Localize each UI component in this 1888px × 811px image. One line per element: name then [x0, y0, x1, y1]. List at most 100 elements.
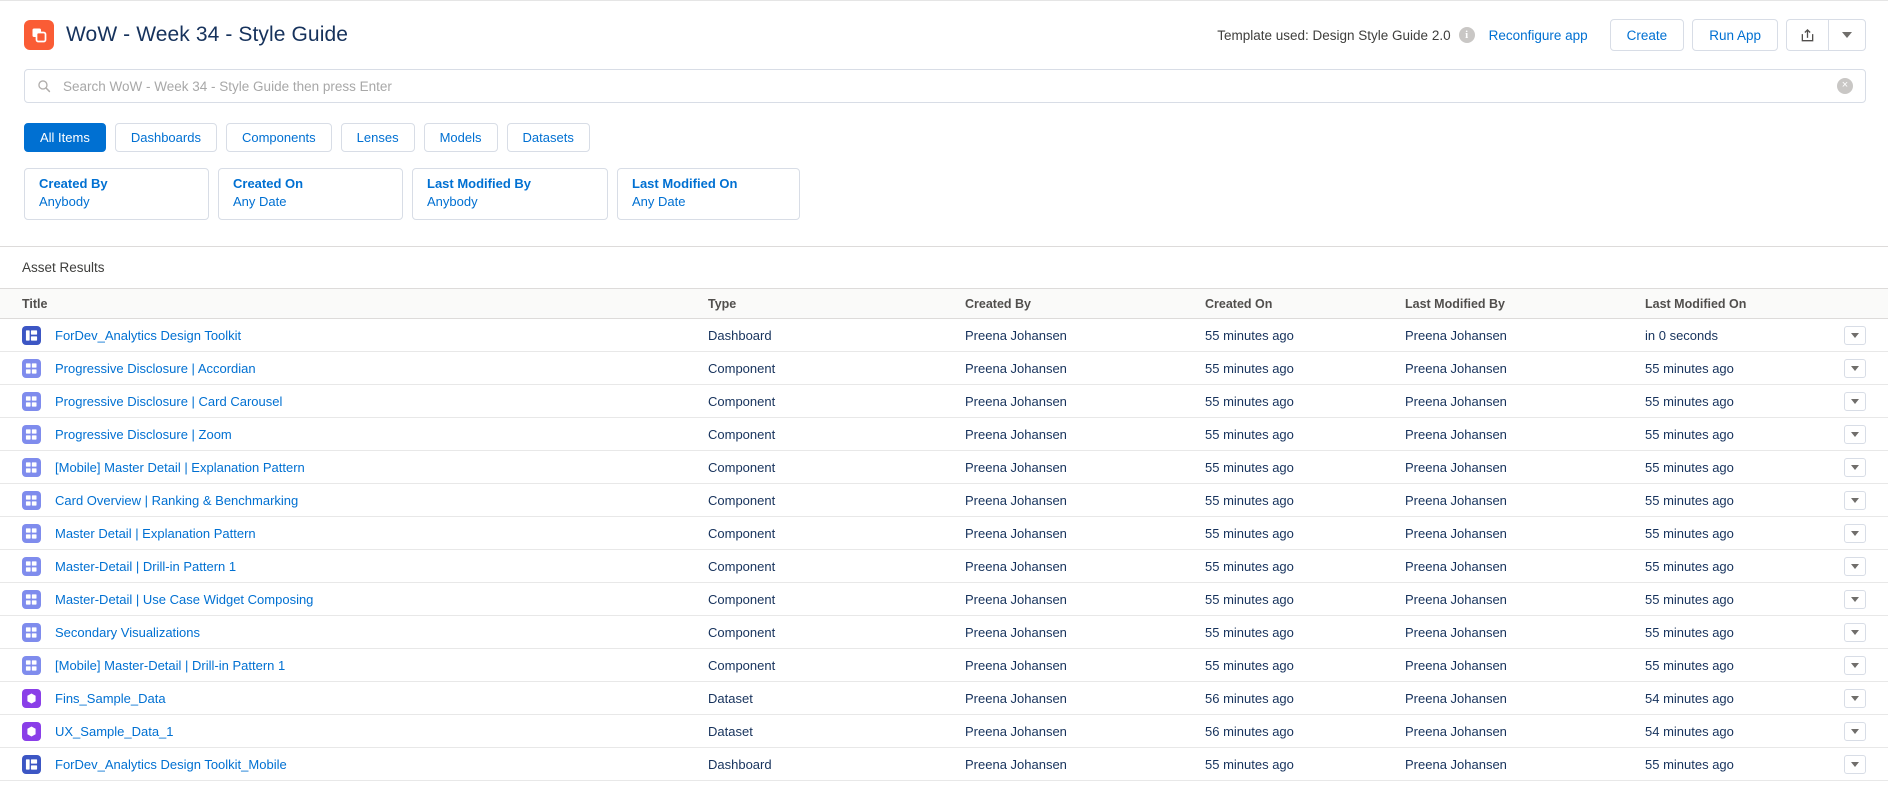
row-actions-chevron-down-icon[interactable]	[1844, 755, 1866, 774]
component-icon	[22, 590, 41, 609]
share-icon[interactable]	[1786, 19, 1828, 51]
table-row[interactable]: Progressive Disclosure | Zoom Component Pr…	[0, 418, 1888, 451]
share-button-group	[1786, 19, 1866, 51]
asset-title-link[interactable]: ForDev_Analytics Design Toolkit	[55, 328, 241, 343]
cell-actions	[1817, 748, 1888, 781]
table-row[interactable]: ForDev_Analytics Design Toolkit Dashboard…	[0, 319, 1888, 352]
filter-last-modified-on[interactable]: Last Modified On Any Date	[617, 168, 800, 220]
table-row[interactable]: [Mobile] Master-Detail | Drill-in Patter…	[0, 649, 1888, 682]
table-row[interactable]: Fins_Sample_DataDatasetPreena Johansen56…	[0, 682, 1888, 715]
filter-last-modified-by-value: Anybody	[427, 194, 593, 209]
cell-title: Card Overview | Ranking & Benchmarking	[0, 484, 700, 517]
table-row[interactable]: Master-Detail | Drill-in Pattern 1Compon…	[0, 550, 1888, 583]
search-icon	[37, 79, 53, 93]
row-actions-chevron-down-icon[interactable]	[1844, 425, 1866, 444]
dashboard-icon	[22, 326, 41, 345]
row-actions-chevron-down-icon[interactable]	[1844, 491, 1866, 510]
asset-title-link[interactable]: Progressive Disclosure | Accordian	[55, 361, 256, 376]
column-header-last-modified-by[interactable]: Last Modified By	[1397, 289, 1637, 319]
asset-title-link[interactable]: [Mobile] Master-Detail | Drill-in Patter…	[55, 658, 285, 673]
cell-last-modified-on: 54 minutes ago	[1637, 682, 1817, 715]
column-header-created-on[interactable]: Created On	[1197, 289, 1397, 319]
column-header-created-by[interactable]: Created By	[957, 289, 1197, 319]
filter-created-by[interactable]: Created By Anybody	[24, 168, 209, 220]
cell-actions	[1817, 550, 1888, 583]
cell-title: Master-Detail | Drill-in Pattern 1	[0, 550, 700, 583]
cell-created-on: 55 minutes ago	[1197, 319, 1397, 352]
table-row[interactable]: Card Overview | Ranking & BenchmarkingCo…	[0, 484, 1888, 517]
column-header-last-modified-on[interactable]: Last Modified On	[1637, 289, 1817, 319]
info-icon[interactable]: i	[1459, 27, 1475, 43]
reconfigure-app-link[interactable]: Reconfigure app	[1489, 28, 1588, 43]
search-bar-container: ×	[0, 69, 1888, 103]
search-box[interactable]: ×	[24, 69, 1866, 103]
tab-components[interactable]: Components	[226, 123, 332, 152]
cell-title: Progressive Disclosure | Zoom	[0, 418, 700, 451]
filter-created-by-value: Anybody	[39, 194, 194, 209]
cell-created-by: Preena Johansen	[957, 451, 1197, 484]
asset-title-link[interactable]: Progressive Disclosure | Card Carousel	[55, 394, 282, 409]
tab-datasets[interactable]: Datasets	[507, 123, 590, 152]
asset-title-link[interactable]: Progressive Disclosure | Zoom	[55, 427, 232, 442]
table-row[interactable]: ForDev_Analytics Design Toolkit_MobileDa…	[0, 748, 1888, 781]
search-input[interactable]	[63, 79, 1837, 94]
cell-actions	[1817, 616, 1888, 649]
row-actions-chevron-down-icon[interactable]	[1844, 524, 1866, 543]
filter-last-modified-by[interactable]: Last Modified By Anybody	[412, 168, 608, 220]
cell-title: UX_Sample_Data_1	[0, 715, 700, 748]
table-row[interactable]: Master Detail | Explanation PatternCompo…	[0, 517, 1888, 550]
tab-lenses[interactable]: Lenses	[341, 123, 415, 152]
row-actions-chevron-down-icon[interactable]	[1844, 359, 1866, 378]
app-copy-icon	[24, 20, 54, 50]
tab-models[interactable]: Models	[424, 123, 498, 152]
table-row[interactable]: Progressive Disclosure | Card CarouselCo…	[0, 385, 1888, 418]
asset-title-link[interactable]: Secondary Visualizations	[55, 625, 200, 640]
column-header-title[interactable]: Title	[0, 289, 700, 319]
chevron-down-icon[interactable]	[1828, 19, 1866, 51]
row-actions-chevron-down-icon[interactable]	[1844, 392, 1866, 411]
component-icon	[22, 359, 41, 378]
row-actions-chevron-down-icon[interactable]	[1844, 557, 1866, 576]
table-row[interactable]: Secondary VisualizationsComponentPreena …	[0, 616, 1888, 649]
row-actions-chevron-down-icon[interactable]	[1844, 458, 1866, 477]
table-row[interactable]: Master-Detail | Use Case Widget Composin…	[0, 583, 1888, 616]
create-button[interactable]: Create	[1610, 19, 1685, 51]
row-actions-chevron-down-icon[interactable]	[1844, 656, 1866, 675]
cell-type: Dashboard	[700, 319, 957, 352]
table-header: Title Type Created By Created On Last Mo…	[0, 289, 1888, 319]
cell-last-modified-on: 54 minutes ago	[1637, 715, 1817, 748]
cell-type: Component	[700, 418, 957, 451]
cell-created-on: 55 minutes ago	[1197, 352, 1397, 385]
tab-all-items[interactable]: All Items	[24, 123, 106, 152]
row-actions-chevron-down-icon[interactable]	[1844, 689, 1866, 708]
cell-last-modified-on: in 0 seconds	[1637, 319, 1817, 352]
asset-title-link[interactable]: Master-Detail | Drill-in Pattern 1	[55, 559, 236, 574]
table-row[interactable]: [Mobile] Master Detail | Explanation Pat…	[0, 451, 1888, 484]
cell-type: Component	[700, 616, 957, 649]
asset-title-link[interactable]: UX_Sample_Data_1	[55, 724, 174, 739]
asset-title-link[interactable]: Card Overview | Ranking & Benchmarking	[55, 493, 298, 508]
table-row[interactable]: UX_Sample_Data_1DatasetPreena Johansen56…	[0, 715, 1888, 748]
row-actions-chevron-down-icon[interactable]	[1844, 722, 1866, 741]
row-actions-chevron-down-icon[interactable]	[1844, 623, 1866, 642]
cell-last-modified-by: Preena Johansen	[1397, 682, 1637, 715]
table-row[interactable]: Progressive Disclosure | AccordianCompon…	[0, 352, 1888, 385]
cell-actions	[1817, 319, 1888, 352]
cell-last-modified-by: Preena Johansen	[1397, 418, 1637, 451]
asset-title-link[interactable]: Fins_Sample_Data	[55, 691, 166, 706]
row-actions-chevron-down-icon[interactable]	[1844, 590, 1866, 609]
cell-actions	[1817, 715, 1888, 748]
column-header-type[interactable]: Type	[700, 289, 957, 319]
cell-last-modified-by: Preena Johansen	[1397, 583, 1637, 616]
asset-title-link[interactable]: [Mobile] Master Detail | Explanation Pat…	[55, 460, 305, 475]
asset-title-link[interactable]: Master Detail | Explanation Pattern	[55, 526, 256, 541]
row-actions-chevron-down-icon[interactable]	[1844, 326, 1866, 345]
clear-search-icon[interactable]: ×	[1837, 78, 1853, 94]
asset-title-link[interactable]: ForDev_Analytics Design Toolkit_Mobile	[55, 757, 287, 772]
asset-title-link[interactable]: Master-Detail | Use Case Widget Composin…	[55, 592, 313, 607]
cell-created-by: Preena Johansen	[957, 682, 1197, 715]
run-app-button[interactable]: Run App	[1692, 19, 1778, 51]
tab-dashboards[interactable]: Dashboards	[115, 123, 217, 152]
caret-glyph	[1851, 663, 1859, 668]
filter-created-on[interactable]: Created On Any Date	[218, 168, 403, 220]
